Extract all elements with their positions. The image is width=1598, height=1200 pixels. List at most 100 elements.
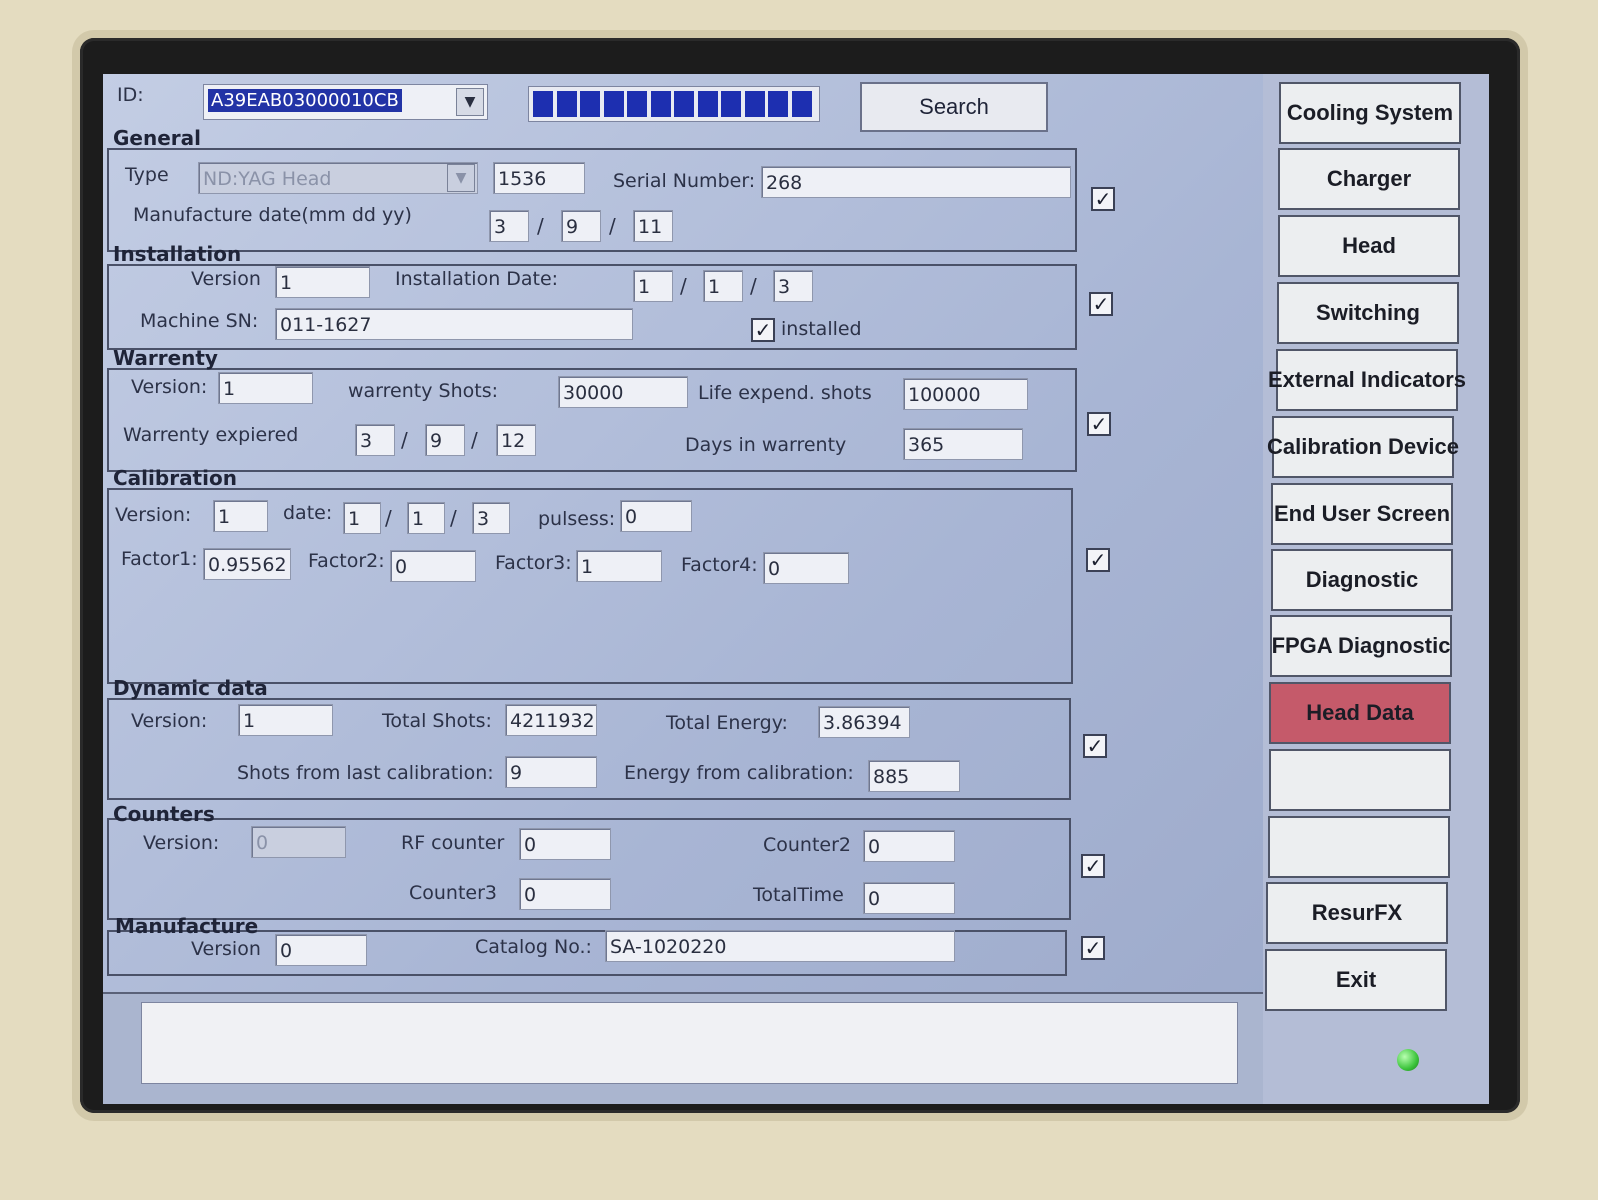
factor4-field[interactable]: 0 xyxy=(763,552,849,584)
factor4-value: 0 xyxy=(768,558,781,580)
counters-version-value: 0 xyxy=(256,832,269,854)
id-label: ID: xyxy=(117,84,144,106)
date-separator: / xyxy=(750,274,757,298)
counter3-field[interactable]: 0 xyxy=(519,878,611,910)
machine-sn-label: Machine SN: xyxy=(140,310,259,332)
install-year-field[interactable]: 3 xyxy=(773,270,813,302)
nav-button-diagnostic[interactable]: Diagnostic xyxy=(1271,549,1453,611)
date-separator: / xyxy=(401,428,408,452)
counters-version-label: Version: xyxy=(143,832,220,854)
nav-button-charger[interactable]: Charger xyxy=(1278,148,1460,210)
nav-button-exit[interactable]: Exit xyxy=(1265,949,1447,1011)
installation-version-field[interactable]: 1 xyxy=(275,266,370,298)
factor2-field[interactable]: 0 xyxy=(390,550,476,582)
warrenty-version-field[interactable]: 1 xyxy=(218,372,313,404)
installed-checkbox[interactable]: ✓ xyxy=(751,318,775,342)
progress-segment xyxy=(603,91,624,117)
nav-button-empty-11[interactable] xyxy=(1268,816,1450,878)
exp-day-field[interactable]: 9 xyxy=(425,424,465,456)
install-day-field[interactable]: 1 xyxy=(703,270,743,302)
installation-title: Installation xyxy=(113,242,242,266)
general-title: General xyxy=(113,126,201,150)
counters-checkbox[interactable]: ✓ xyxy=(1081,854,1105,878)
id-combobox[interactable]: A39EAB03000010CB ▼ xyxy=(203,84,488,120)
mfg-month-field[interactable]: 3 xyxy=(489,210,529,242)
nav-button-end-user-screen[interactable]: End User Screen xyxy=(1271,483,1453,545)
mfg-year-field[interactable]: 11 xyxy=(633,210,673,242)
warrenty-version-value: 1 xyxy=(223,378,236,400)
calibration-version-field[interactable]: 1 xyxy=(213,500,268,532)
life-expend-label: Life expend. shots xyxy=(698,382,872,404)
calibration-checkbox[interactable]: ✓ xyxy=(1086,548,1110,572)
manufacture-version-field[interactable]: 0 xyxy=(275,934,367,966)
cal-month-field[interactable]: 1 xyxy=(343,502,381,534)
machine-sn-field[interactable]: 011-1627 xyxy=(275,308,633,340)
cal-year-field[interactable]: 3 xyxy=(472,502,510,534)
date-separator: / xyxy=(609,214,616,238)
days-in-warrenty-label: Days in warrenty xyxy=(685,434,847,456)
progress-segment xyxy=(556,91,577,117)
total-shots-field[interactable]: 4211932 xyxy=(505,704,597,736)
installation-version-value: 1 xyxy=(280,272,293,294)
calibration-version-label: Version: xyxy=(115,504,192,526)
pulses-label: pulsess: xyxy=(538,508,616,530)
counter2-label: Counter2 xyxy=(763,834,852,856)
rf-counter-value: 0 xyxy=(524,834,537,856)
exp-year-field[interactable]: 12 xyxy=(496,424,536,456)
total-energy-field[interactable]: 3.86394 xyxy=(818,706,910,738)
nav-button-label: FPGA Diagnostic xyxy=(1271,633,1451,658)
counters-version-field: 0 xyxy=(251,826,346,858)
calibration-title: Calibration xyxy=(113,466,237,490)
nav-button-empty-10[interactable] xyxy=(1269,749,1451,811)
mfg-day-field[interactable]: 9 xyxy=(561,210,601,242)
energy-from-calibration-field[interactable]: 885 xyxy=(868,760,960,792)
date-separator: / xyxy=(471,428,478,452)
days-in-warrenty-field[interactable]: 365 xyxy=(903,428,1023,460)
progress-segment xyxy=(650,91,671,117)
nav-button-resurfx[interactable]: ResurFX xyxy=(1266,882,1448,944)
catalog-number-field[interactable]: SA-1020220 xyxy=(605,930,955,962)
nav-button-switching[interactable]: Switching xyxy=(1277,282,1459,344)
totaltime-field[interactable]: 0 xyxy=(863,882,955,914)
dynamic-version-label: Version: xyxy=(131,710,208,732)
energy-from-calibration-label: Energy from calibration: xyxy=(624,762,854,784)
manufacture-version-value: 0 xyxy=(280,940,293,962)
pulses-field[interactable]: 0 xyxy=(620,500,692,532)
install-month-field[interactable]: 1 xyxy=(633,270,673,302)
total-energy-value: 3.86394 xyxy=(823,712,902,734)
manufacture-checkbox[interactable]: ✓ xyxy=(1081,936,1105,960)
nav-button-head-data[interactable]: Head Data xyxy=(1269,682,1451,744)
factor1-field[interactable]: 0.95562 xyxy=(203,548,291,580)
rf-counter-field[interactable]: 0 xyxy=(519,828,611,860)
counter2-field[interactable]: 0 xyxy=(863,830,955,862)
dynamic-version-field[interactable]: 1 xyxy=(238,704,333,736)
nav-button-head[interactable]: Head xyxy=(1278,215,1460,277)
warrenty-shots-field[interactable]: 30000 xyxy=(558,376,688,408)
chevron-down-icon: ▼ xyxy=(447,164,475,192)
cal-day-field[interactable]: 1 xyxy=(407,502,445,534)
factor3-label: Factor3: xyxy=(495,552,572,574)
exp-month-field[interactable]: 3 xyxy=(355,424,395,456)
type-code-field[interactable]: 1536 xyxy=(493,162,585,194)
energy-from-calibration-value: 885 xyxy=(873,766,910,788)
manufacture-title: Manufacture xyxy=(115,914,259,938)
pulses-value: 0 xyxy=(625,506,638,528)
shots-from-calibration-field[interactable]: 9 xyxy=(505,756,597,788)
factor3-field[interactable]: 1 xyxy=(576,550,662,582)
life-expend-field[interactable]: 100000 xyxy=(903,378,1028,410)
installation-checkbox[interactable]: ✓ xyxy=(1089,292,1113,316)
life-expend-value: 100000 xyxy=(908,384,981,406)
nav-button-label: End User Screen xyxy=(1273,501,1451,526)
nav-button-cooling-system[interactable]: Cooling System xyxy=(1279,82,1461,144)
nav-button-label: Switching xyxy=(1316,300,1420,325)
nav-button-external-indicators[interactable]: External Indicators xyxy=(1268,349,1466,411)
general-checkbox[interactable]: ✓ xyxy=(1091,187,1115,211)
dynamic-data-checkbox[interactable]: ✓ xyxy=(1083,734,1107,758)
warrenty-checkbox[interactable]: ✓ xyxy=(1087,412,1111,436)
search-button[interactable]: Search xyxy=(860,82,1048,132)
serial-number-field[interactable]: 268 xyxy=(761,166,1071,198)
chevron-down-icon[interactable]: ▼ xyxy=(456,88,484,116)
nav-button-calibration-device[interactable]: Calibration Device xyxy=(1267,416,1459,478)
warrenty-title: Warrenty xyxy=(113,346,218,370)
nav-button-fpga-diagnostic[interactable]: FPGA Diagnostic xyxy=(1270,615,1452,677)
